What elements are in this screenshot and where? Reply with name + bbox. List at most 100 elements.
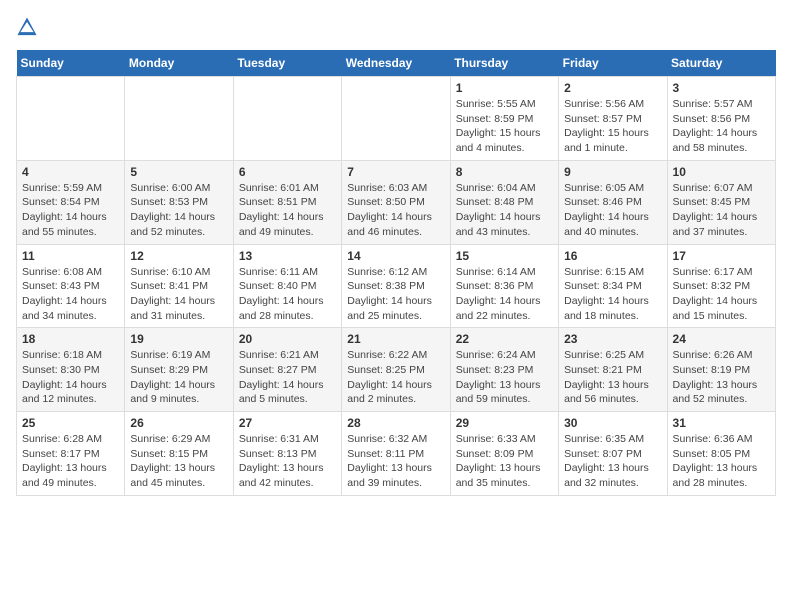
weekday-header-thursday: Thursday	[450, 50, 558, 77]
calendar-cell: 15 Sunrise: 6:14 AM Sunset: 8:36 PM Dayli…	[450, 244, 558, 328]
day-info: Sunrise: 6:19 AM Sunset: 8:29 PM Dayligh…	[130, 348, 227, 407]
calendar-cell: 29 Sunrise: 6:33 AM Sunset: 8:09 PM Dayli…	[450, 412, 558, 496]
day-info: Sunrise: 6:11 AM Sunset: 8:40 PM Dayligh…	[239, 265, 336, 324]
day-info: Sunrise: 6:35 AM Sunset: 8:07 PM Dayligh…	[564, 432, 661, 491]
calendar-cell: 8 Sunrise: 6:04 AM Sunset: 8:48 PM Daylig…	[450, 160, 558, 244]
calendar-cell: 19Sunrise: 6:19 AM Sunset: 8:29 PM Dayli…	[125, 328, 233, 412]
day-number: 3	[673, 81, 770, 95]
header	[16, 16, 776, 38]
day-info: Sunrise: 6:04 AM Sunset: 8:48 PM Dayligh…	[456, 181, 553, 240]
weekday-header-wednesday: Wednesday	[342, 50, 450, 77]
day-number: 23	[564, 332, 661, 346]
day-info: Sunrise: 6:15 AM Sunset: 8:34 PM Dayligh…	[564, 265, 661, 324]
calendar-cell: 9Sunrise: 6:05 AM Sunset: 8:46 PM Daylig…	[559, 160, 667, 244]
day-info: Sunrise: 6:10 AM Sunset: 8:41 PM Dayligh…	[130, 265, 227, 324]
day-number: 28	[347, 416, 444, 430]
day-info: Sunrise: 6:31 AM Sunset: 8:13 PM Dayligh…	[239, 432, 336, 491]
week-row-3: 11 Sunrise: 6:08 AM Sunset: 8:43 PM Dayli…	[17, 244, 776, 328]
day-number: 26	[130, 416, 227, 430]
day-info: Sunrise: 6:17 AM Sunset: 8:32 PM Dayligh…	[673, 265, 770, 324]
day-info: Sunrise: 5:57 AM Sunset: 8:56 PM Dayligh…	[673, 97, 770, 156]
day-info: Sunrise: 6:00 AM Sunset: 8:53 PM Dayligh…	[130, 181, 227, 240]
day-info: Sunrise: 6:36 AM Sunset: 8:05 PM Dayligh…	[673, 432, 770, 491]
calendar-cell: 3 Sunrise: 5:57 AM Sunset: 8:56 PM Daylig…	[667, 77, 775, 161]
day-info: Sunrise: 6:08 AM Sunset: 8:43 PM Dayligh…	[22, 265, 119, 324]
calendar-cell: 12Sunrise: 6:10 AM Sunset: 8:41 PM Dayli…	[125, 244, 233, 328]
calendar-cell: 16 Sunrise: 6:15 AM Sunset: 8:34 PM Dayli…	[559, 244, 667, 328]
day-number: 30	[564, 416, 661, 430]
calendar-cell: 1 Sunrise: 5:55 AM Sunset: 8:59 PM Daylig…	[450, 77, 558, 161]
day-number: 10	[673, 165, 770, 179]
day-info: Sunrise: 6:01 AM Sunset: 8:51 PM Dayligh…	[239, 181, 336, 240]
day-info: Sunrise: 6:21 AM Sunset: 8:27 PM Dayligh…	[239, 348, 336, 407]
weekday-header-sunday: Sunday	[17, 50, 125, 77]
calendar-cell: 31 Sunrise: 6:36 AM Sunset: 8:05 PM Dayli…	[667, 412, 775, 496]
day-number: 8	[456, 165, 553, 179]
day-number: 7	[347, 165, 444, 179]
calendar-table: SundayMondayTuesdayWednesdayThursdayFrid…	[16, 50, 776, 496]
day-number: 4	[22, 165, 119, 179]
week-row-4: 18Sunrise: 6:18 AM Sunset: 8:30 PM Dayli…	[17, 328, 776, 412]
calendar-cell	[233, 77, 341, 161]
generalblue-logo-icon	[16, 16, 38, 38]
day-info: Sunrise: 6:25 AM Sunset: 8:21 PM Dayligh…	[564, 348, 661, 407]
calendar-cell: 22 Sunrise: 6:24 AM Sunset: 8:23 PM Dayli…	[450, 328, 558, 412]
calendar-cell: 4 Sunrise: 5:59 AM Sunset: 8:54 PM Daylig…	[17, 160, 125, 244]
calendar-cell	[125, 77, 233, 161]
logo	[16, 16, 42, 38]
day-info: Sunrise: 6:07 AM Sunset: 8:45 PM Dayligh…	[673, 181, 770, 240]
calendar-cell: 27 Sunrise: 6:31 AM Sunset: 8:13 PM Dayli…	[233, 412, 341, 496]
calendar-cell: 30 Sunrise: 6:35 AM Sunset: 8:07 PM Dayli…	[559, 412, 667, 496]
day-number: 11	[22, 249, 119, 263]
calendar-cell: 23 Sunrise: 6:25 AM Sunset: 8:21 PM Dayli…	[559, 328, 667, 412]
day-number: 29	[456, 416, 553, 430]
day-info: Sunrise: 5:56 AM Sunset: 8:57 PM Dayligh…	[564, 97, 661, 156]
day-number: 16	[564, 249, 661, 263]
day-number: 17	[673, 249, 770, 263]
day-info: Sunrise: 6:14 AM Sunset: 8:36 PM Dayligh…	[456, 265, 553, 324]
calendar-cell: 14 Sunrise: 6:12 AM Sunset: 8:38 PM Dayli…	[342, 244, 450, 328]
day-info: Sunrise: 6:24 AM Sunset: 8:23 PM Dayligh…	[456, 348, 553, 407]
calendar-cell: 6 Sunrise: 6:01 AM Sunset: 8:51 PM Daylig…	[233, 160, 341, 244]
day-number: 5	[130, 165, 227, 179]
day-info: Sunrise: 6:29 AM Sunset: 8:15 PM Dayligh…	[130, 432, 227, 491]
day-info: Sunrise: 6:22 AM Sunset: 8:25 PM Dayligh…	[347, 348, 444, 407]
calendar-cell: 21Sunrise: 6:22 AM Sunset: 8:25 PM Dayli…	[342, 328, 450, 412]
calendar-cell: 20 Sunrise: 6:21 AM Sunset: 8:27 PM Dayli…	[233, 328, 341, 412]
day-number: 13	[239, 249, 336, 263]
day-number: 6	[239, 165, 336, 179]
calendar-cell: 10 Sunrise: 6:07 AM Sunset: 8:45 PM Dayli…	[667, 160, 775, 244]
day-info: Sunrise: 6:12 AM Sunset: 8:38 PM Dayligh…	[347, 265, 444, 324]
day-number: 20	[239, 332, 336, 346]
day-info: Sunrise: 6:28 AM Sunset: 8:17 PM Dayligh…	[22, 432, 119, 491]
day-info: Sunrise: 6:05 AM Sunset: 8:46 PM Dayligh…	[564, 181, 661, 240]
weekday-header-monday: Monday	[125, 50, 233, 77]
calendar-cell: 24Sunrise: 6:26 AM Sunset: 8:19 PM Dayli…	[667, 328, 775, 412]
weekday-header-tuesday: Tuesday	[233, 50, 341, 77]
day-info: Sunrise: 6:03 AM Sunset: 8:50 PM Dayligh…	[347, 181, 444, 240]
calendar-cell: 2 Sunrise: 5:56 AM Sunset: 8:57 PM Daylig…	[559, 77, 667, 161]
day-number: 2	[564, 81, 661, 95]
day-info: Sunrise: 5:55 AM Sunset: 8:59 PM Dayligh…	[456, 97, 553, 156]
calendar-cell	[342, 77, 450, 161]
day-number: 31	[673, 416, 770, 430]
day-number: 1	[456, 81, 553, 95]
calendar-cell: 11 Sunrise: 6:08 AM Sunset: 8:43 PM Dayli…	[17, 244, 125, 328]
week-row-5: 25 Sunrise: 6:28 AM Sunset: 8:17 PM Dayli…	[17, 412, 776, 496]
day-number: 15	[456, 249, 553, 263]
day-number: 18	[22, 332, 119, 346]
calendar-cell: 7 Sunrise: 6:03 AM Sunset: 8:50 PM Daylig…	[342, 160, 450, 244]
day-number: 22	[456, 332, 553, 346]
weekday-header-saturday: Saturday	[667, 50, 775, 77]
weekday-header-row: SundayMondayTuesdayWednesdayThursdayFrid…	[17, 50, 776, 77]
day-info: Sunrise: 6:26 AM Sunset: 8:19 PM Dayligh…	[673, 348, 770, 407]
day-number: 25	[22, 416, 119, 430]
day-number: 14	[347, 249, 444, 263]
day-number: 27	[239, 416, 336, 430]
day-info: Sunrise: 5:59 AM Sunset: 8:54 PM Dayligh…	[22, 181, 119, 240]
day-info: Sunrise: 6:33 AM Sunset: 8:09 PM Dayligh…	[456, 432, 553, 491]
calendar-cell: 17 Sunrise: 6:17 AM Sunset: 8:32 PM Dayli…	[667, 244, 775, 328]
weekday-header-friday: Friday	[559, 50, 667, 77]
calendar-cell: 26 Sunrise: 6:29 AM Sunset: 8:15 PM Dayli…	[125, 412, 233, 496]
calendar-cell: 18Sunrise: 6:18 AM Sunset: 8:30 PM Dayli…	[17, 328, 125, 412]
